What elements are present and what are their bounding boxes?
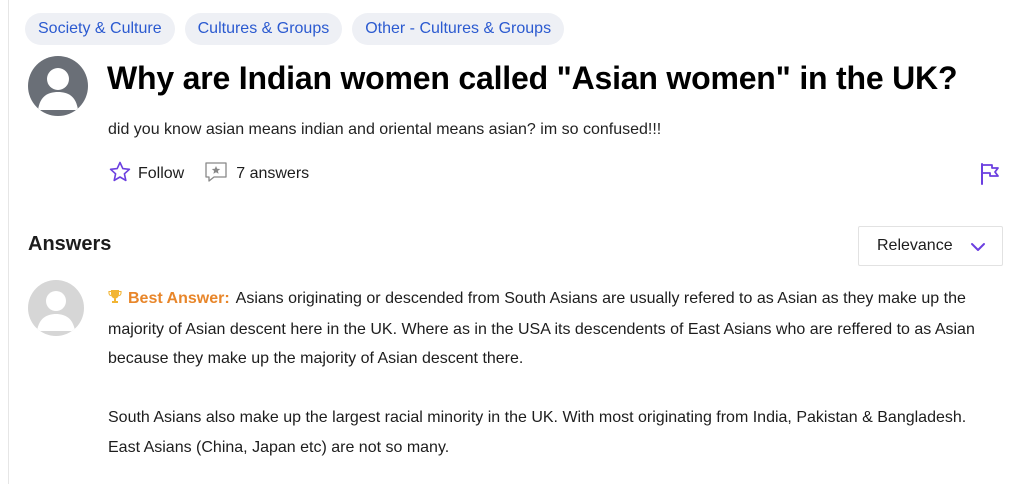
tag-society-culture[interactable]: Society & Culture (25, 13, 175, 45)
category-tags: Society & Culture Cultures & Groups Othe… (25, 13, 565, 45)
chevron-down-icon (970, 239, 986, 260)
answers-count-label: 7 answers (236, 165, 310, 182)
question-title: Why are Indian women called "Asian women… (107, 60, 958, 96)
follow-label: Follow (138, 165, 185, 182)
answers-heading: Answers (28, 233, 112, 255)
question-body: did you know asian means indian and orie… (108, 121, 662, 138)
answers-icon (204, 161, 228, 188)
sort-dropdown[interactable]: Relevance (858, 226, 1003, 266)
left-divider (8, 0, 9, 484)
answer-paragraph-2: South Asians also make up the largest ra… (108, 409, 967, 456)
follow-button[interactable]: Follow (108, 160, 184, 189)
answer-text-1: Asians originating or descended from Sou… (108, 290, 975, 367)
answers-count[interactable]: 7 answers (204, 161, 309, 188)
star-icon (108, 160, 132, 189)
trophy-icon (108, 285, 122, 315)
answerer-avatar-icon[interactable] (28, 280, 84, 336)
asker-avatar-icon[interactable] (28, 56, 88, 116)
best-answer-label: Best Answer: (128, 290, 230, 307)
question-actions: Follow 7 answers (108, 160, 309, 188)
flag-icon[interactable] (978, 162, 1002, 186)
tag-cultures-groups[interactable]: Cultures & Groups (184, 13, 343, 45)
sort-label: Relevance (877, 237, 953, 254)
tag-other-cultures-groups[interactable]: Other - Cultures & Groups (352, 13, 565, 45)
answer-paragraph-1: Best Answer: Asians originating or descen… (108, 284, 998, 374)
best-answer: Best Answer: Asians originating or descen… (108, 284, 998, 462)
